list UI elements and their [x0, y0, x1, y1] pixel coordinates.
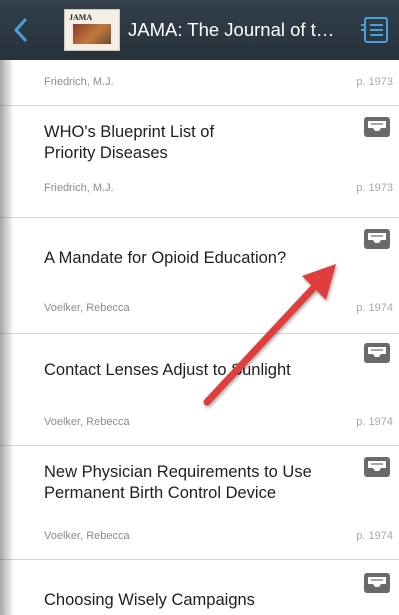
article-page: p. 1974 — [356, 302, 393, 314]
add-to-reading-list-button[interactable] — [363, 572, 391, 594]
journal-cover-thumbnail[interactable]: JAMA — [64, 9, 120, 51]
article-author: Voelker, Rebecca — [44, 530, 130, 542]
article-row[interactable]: Contact Lenses Adjust to Sunlight Voelke… — [0, 334, 399, 446]
cover-art — [73, 24, 111, 44]
inbox-tray-icon — [364, 457, 390, 477]
add-to-reading-list-button[interactable] — [363, 342, 391, 364]
inbox-tray-icon — [364, 229, 390, 249]
back-button[interactable] — [0, 0, 40, 60]
article-list: Friedrich, M.J. p. 1973 WHO's Blueprint … — [0, 60, 399, 615]
article-author: Voelker, Rebecca — [44, 416, 130, 428]
article-title: New Physician Requirements to Use Perman… — [44, 463, 312, 502]
article-row[interactable]: New Physician Requirements to Use Perman… — [0, 446, 399, 560]
add-to-reading-list-button[interactable] — [363, 116, 391, 138]
cover-label: JAMA — [69, 13, 93, 22]
inbox-tray-icon — [364, 117, 390, 137]
inbox-tray-icon — [364, 343, 390, 363]
table-of-contents-icon — [361, 17, 388, 43]
article-row[interactable]: Friedrich, M.J. p. 1973 — [0, 60, 399, 106]
article-page: p. 1973 — [356, 76, 393, 88]
article-title: Choosing Wisely Campaigns — [44, 591, 255, 609]
article-page: p. 1974 — [356, 530, 393, 542]
add-to-reading-list-button[interactable] — [363, 456, 391, 478]
journal-title: JAMA: The Journal of t… — [128, 19, 335, 40]
article-author: Friedrich, M.J. — [44, 76, 114, 88]
top-navigation-bar: JAMA JAMA: The Journal of t… — [0, 0, 399, 60]
article-row[interactable]: WHO's Blueprint List of Priority Disease… — [0, 106, 399, 218]
chevron-left-icon — [14, 18, 27, 42]
article-row[interactable]: A Mandate for Opioid Education? Voelker,… — [0, 218, 399, 334]
article-row[interactable]: Choosing Wisely Campaigns — [0, 560, 399, 615]
article-author: Friedrich, M.J. — [44, 182, 114, 194]
article-author: Voelker, Rebecca — [44, 302, 130, 314]
toc-button[interactable] — [351, 0, 399, 60]
article-page: p. 1973 — [356, 182, 393, 194]
article-page: p. 1974 — [356, 416, 393, 428]
article-title: A Mandate for Opioid Education? — [44, 249, 287, 267]
inbox-tray-icon — [364, 573, 390, 593]
article-title: WHO's Blueprint List of Priority Disease… — [44, 123, 215, 162]
add-to-reading-list-button[interactable] — [363, 228, 391, 250]
article-title: Contact Lenses Adjust to Sunlight — [44, 361, 291, 379]
